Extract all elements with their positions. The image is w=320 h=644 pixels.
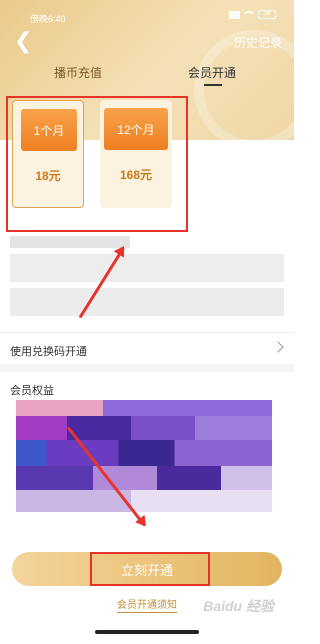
back-icon[interactable]: ❮ [14,30,32,52]
membership-notice-label: 会员开通须知 [117,600,177,613]
chevron-right-icon [272,341,284,353]
benefits-title: 会员权益 [10,385,54,397]
redeem-code-label: 使用兑换码开通 [10,346,87,358]
baidu-watermark: Baidu 经验 [203,598,274,614]
tab-recharge[interactable]: 播币充值 [54,64,102,81]
wifi-icon [244,10,254,19]
battery-icon: 38 [258,10,276,19]
home-indicator [95,630,199,634]
status-bar: 傍晚6:40 38 [0,0,294,24]
blurred-text [10,236,130,248]
redeem-code-row[interactable]: 使用兑换码开通 [0,332,294,362]
divider [0,364,294,372]
blurred-text [10,254,284,282]
annotation-highlight-cta [90,552,210,586]
signal-icon [226,10,240,19]
tab-active-indicator [204,84,222,86]
benefits-image [16,400,272,512]
history-button[interactable]: 历史记录 [234,34,282,51]
status-icons: 38 [226,10,276,19]
tab-member[interactable]: 会员开通 [188,64,236,81]
blurred-text [10,288,284,316]
annotation-highlight-plans [6,96,188,232]
status-time: 傍晚6:40 [30,14,66,24]
